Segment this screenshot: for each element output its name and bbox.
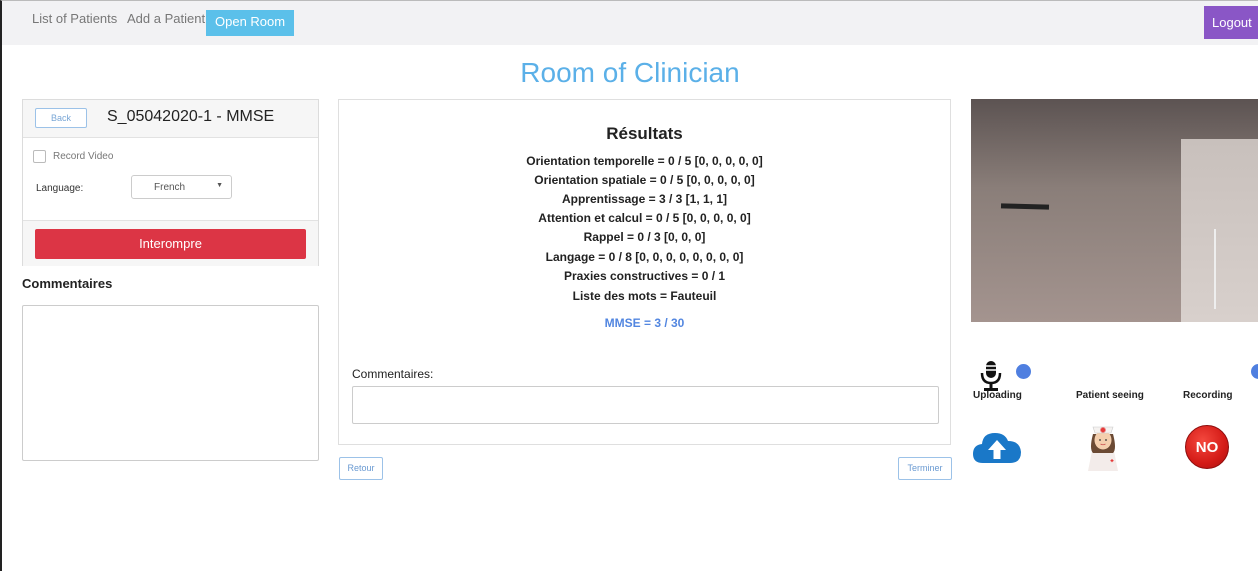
result-line: Orientation spatiale = 0 / 5 [0, 0, 0, 0… [534, 173, 755, 187]
results-comments-label: Commentaires: [352, 367, 434, 381]
session-title: S_05042020-1 - MMSE [107, 108, 275, 125]
results-title: Résultats [606, 124, 683, 143]
interrupt-button[interactable]: Interompre [35, 229, 306, 259]
top-navbar: List of Patients Add a Patient Open Room… [2, 1, 1258, 45]
result-line: Rappel = 0 / 3 [0, 0, 0] [583, 230, 706, 244]
mmse-total: MMSE = 3 / 30 [604, 316, 685, 330]
mic-status-dot [1016, 364, 1031, 379]
retour-button[interactable]: Retour [339, 457, 383, 480]
session-card-footer: Interompre [23, 221, 318, 266]
record-video-checkbox[interactable] [33, 150, 46, 163]
session-card: Back S_05042020-1 - MMSE Record Video La… [22, 99, 319, 266]
result-line: Praxies constructives = 0 / 1 [563, 269, 726, 283]
uploading-label: Uploading [973, 390, 1022, 401]
video-wall [1181, 139, 1258, 322]
results-comments-textarea[interactable] [352, 386, 939, 424]
microphone-icon[interactable] [980, 360, 1002, 392]
camera-status-dot [1251, 364, 1258, 379]
video-edge [1214, 229, 1216, 309]
recording-no-badge: NO [1185, 425, 1229, 469]
patient-seeing-label: Patient seeing [1076, 390, 1144, 401]
result-line: Liste des mots = Fauteuil [572, 289, 717, 303]
back-button[interactable]: Back [35, 108, 87, 128]
left-comments-label: Commentaires [22, 276, 113, 291]
language-label: Language: [36, 183, 84, 194]
recording-label: Recording [1183, 390, 1233, 401]
logout-button[interactable]: Logout [1204, 6, 1258, 39]
nav-open-room[interactable]: Open Room [206, 10, 295, 36]
results-card: Résultats Orientation temporelle = 0 / 5… [338, 99, 951, 445]
result-line: Langage = 0 / 8 [0, 0, 0, 0, 0, 0, 0, 0] [545, 250, 744, 264]
chevron-down-icon: ▼ [216, 182, 223, 189]
session-card-header: Back S_05042020-1 - MMSE [23, 100, 318, 138]
nav-add-a-patient[interactable]: Add a Patient [127, 11, 205, 26]
result-line: Apprentissage = 3 / 3 [1, 1, 1] [561, 192, 728, 206]
language-select[interactable]: French ▼ [131, 175, 232, 199]
terminer-button[interactable]: Terminer [898, 457, 952, 480]
record-video-label[interactable]: Record Video [53, 151, 113, 162]
result-line: Attention et calcul = 0 / 5 [0, 0, 0, 0,… [538, 211, 751, 225]
language-value: French [154, 182, 186, 193]
cloud-upload-icon [973, 433, 1021, 463]
nurse-icon [1088, 426, 1118, 471]
page-title: Room of Clinician [520, 57, 740, 88]
video-strip [1000, 203, 1050, 210]
video-feed [971, 99, 1258, 322]
nav-list-of-patients[interactable]: List of Patients [32, 11, 117, 26]
left-comments-textarea[interactable] [22, 305, 319, 461]
result-line: Orientation temporelle = 0 / 5 [0, 0, 0,… [526, 154, 763, 168]
